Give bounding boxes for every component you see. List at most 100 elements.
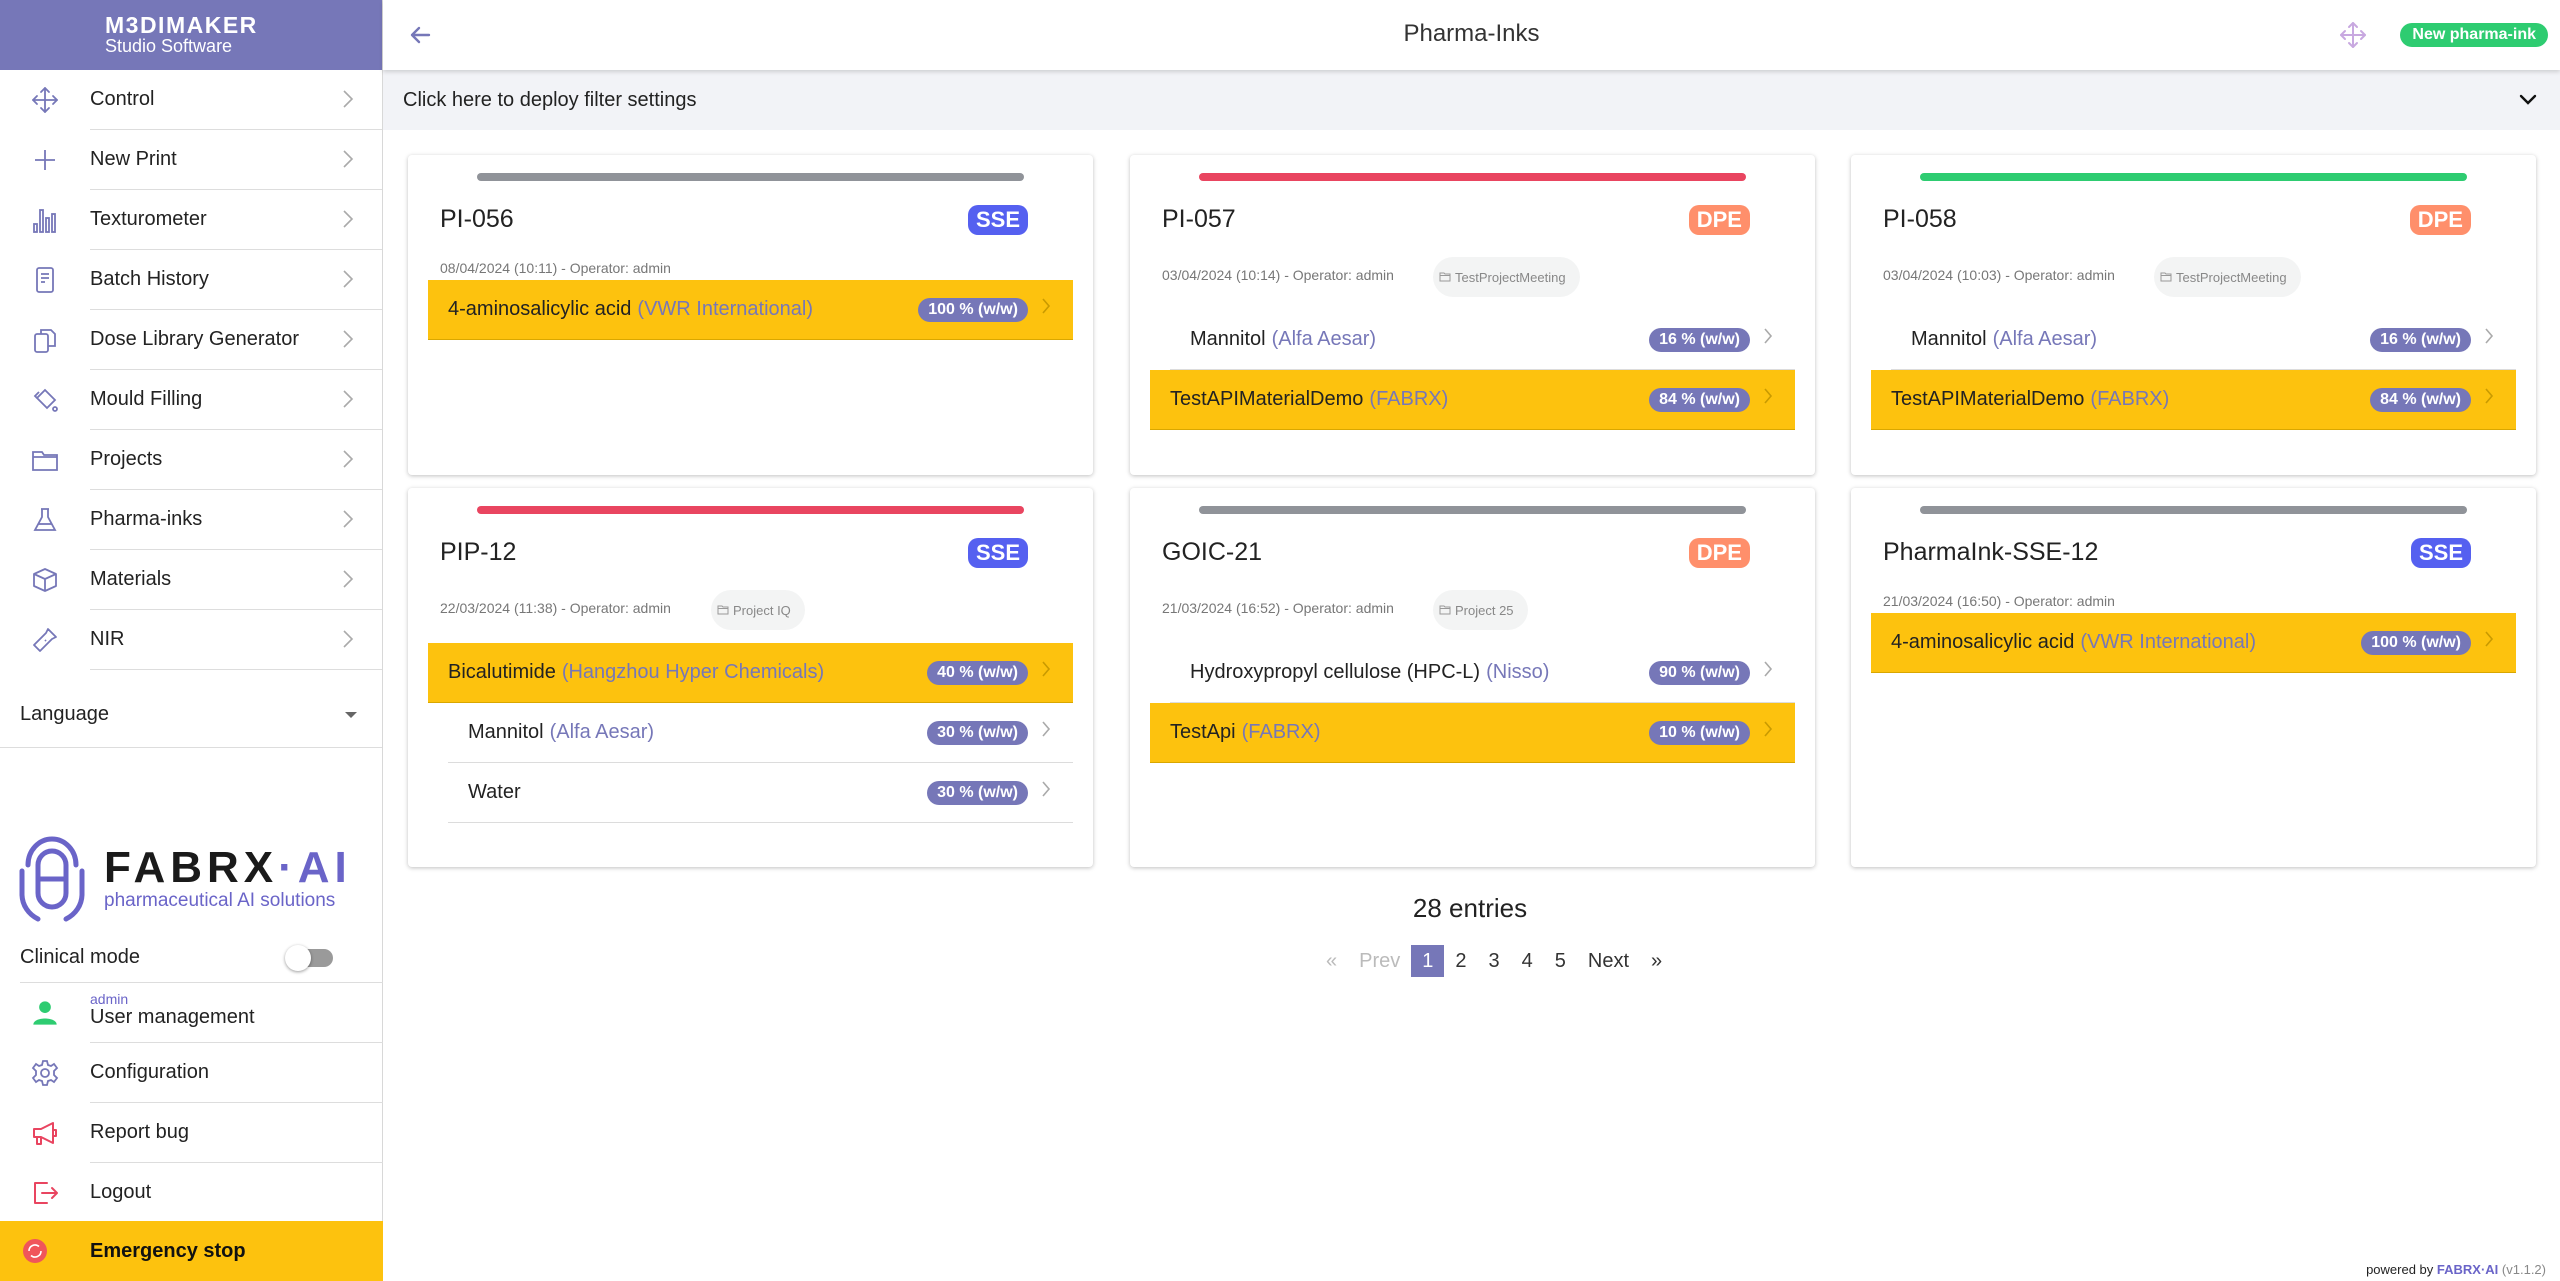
card-meta: 22/03/2024 (11:38) - Operator: admin (440, 600, 671, 616)
chevron-right-icon (342, 628, 354, 656)
clinical-mode-row: Clinical mode (20, 933, 383, 983)
chevron-right-icon (1041, 719, 1051, 745)
chevron-right-icon (342, 148, 354, 176)
pharma-ink-card[interactable]: PIP-12 SSE 22/03/2024 (11:38) - Operator… (408, 488, 1093, 867)
clinical-mode-toggle[interactable] (285, 944, 333, 971)
ingredient-list: Mannitol (Alfa Aesar) 16 % (w/w) TestAPI… (1150, 310, 1795, 430)
chevron-right-icon (1763, 719, 1773, 745)
sidebar-item-pharma-inks[interactable]: Pharma-inks (0, 490, 382, 550)
card-title: PI-058 (1883, 205, 1957, 233)
sidebar-item-label: Mould Filling (90, 370, 382, 430)
project-chip[interactable]: Project IQ (711, 590, 805, 630)
folder-icon (717, 605, 729, 615)
pharma-ink-card[interactable]: GOIC-21 DPE 21/03/2024 (16:52) - Operato… (1130, 488, 1815, 867)
sidebar-item-logout[interactable]: Logout (0, 1163, 383, 1223)
next-page-button[interactable]: Next (1577, 945, 1640, 977)
copy-files-icon (0, 326, 90, 354)
sidebar-item-control[interactable]: Control (0, 70, 382, 130)
ingredient-row[interactable]: TestAPIMaterialDemo (FABRX) 84 % (w/w) (1150, 370, 1795, 430)
page-2-button[interactable]: 2 (1444, 945, 1477, 977)
type-badge: DPE (1688, 205, 1750, 235)
sidebar-item-new-print[interactable]: New Print (0, 130, 382, 190)
page-3-button[interactable]: 3 (1478, 945, 1511, 977)
ingredient-row[interactable]: Hydroxypropyl cellulose (HPC-L) (Nisso) … (1170, 643, 1795, 703)
ingredient-row[interactable]: TestApi (FABRX) 10 % (w/w) (1150, 703, 1795, 763)
pharma-ink-card[interactable]: PI-058 DPE 03/04/2024 (10:03) - Operator… (1851, 155, 2536, 475)
toggle-knob (285, 944, 311, 971)
sidebar-item-batch-history[interactable]: Batch History (0, 250, 382, 310)
project-name: Project IQ (733, 602, 791, 618)
plus-icon (0, 146, 90, 174)
ingredient-row[interactable]: 4-aminosalicylic acid (VWR International… (1871, 613, 2516, 673)
ingredient-row[interactable]: Mannitol (Alfa Aesar) 16 % (w/w) (1170, 310, 1795, 370)
sidebar-item-label: Batch History (90, 250, 382, 310)
chevron-right-icon (342, 448, 354, 476)
fabrx-word: FABRX (104, 843, 279, 892)
move-arrows-icon[interactable] (2338, 20, 2368, 50)
project-chip[interactable]: TestProjectMeeting (2154, 257, 2301, 297)
first-page-button[interactable]: « (1315, 945, 1348, 977)
emergency-stop-button[interactable]: Emergency stop (0, 1221, 383, 1281)
ingredient-row[interactable]: Mannitol (Alfa Aesar) 30 % (w/w) (448, 703, 1073, 763)
page-5-button[interactable]: 5 (1544, 945, 1577, 977)
chevron-right-icon (1763, 386, 1773, 412)
app-version: (v1.1.2) (2501, 1262, 2546, 1277)
card-title: GOIC-21 (1162, 538, 1263, 566)
sidebar-item-dose-library-generator[interactable]: Dose Library Generator (0, 310, 382, 370)
percentage-badge: 30 % (w/w) (927, 781, 1028, 805)
project-chip[interactable]: Project 25 (1433, 590, 1528, 630)
language-select[interactable]: Language (0, 682, 382, 748)
ingredient-row[interactable]: 4-aminosalicylic acid (VWR International… (428, 280, 1073, 340)
bar-chart-icon (0, 206, 90, 234)
percentage-badge: 100 % (w/w) (2361, 631, 2471, 655)
chevron-right-icon (1041, 779, 1051, 805)
pharma-ink-card[interactable]: PI-057 DPE 03/04/2024 (10:14) - Operator… (1130, 155, 1815, 475)
sidebar-item-mould-filling[interactable]: Mould Filling (0, 370, 382, 430)
sidebar-item-label: Projects (90, 430, 382, 490)
folder-icon (0, 446, 90, 474)
sidebar-item-nir[interactable]: NIR (0, 610, 382, 670)
last-page-button[interactable]: » (1640, 945, 1673, 977)
page-4-button[interactable]: 4 (1511, 945, 1544, 977)
user-role: admin (90, 991, 129, 1007)
sidebar: M3DIMAKER Studio Software Control New Pr… (0, 0, 383, 1281)
sidebar-item-materials[interactable]: Materials (0, 550, 382, 610)
page-1-button[interactable]: 1 (1411, 945, 1445, 977)
percentage-badge: 84 % (w/w) (2370, 388, 2471, 412)
percentage-badge: 16 % (w/w) (1649, 328, 1750, 352)
card-meta: 03/04/2024 (10:03) - Operator: admin (1883, 267, 2115, 283)
folder-icon (1439, 605, 1451, 615)
flask-icon (0, 506, 90, 534)
sidebar-item-texturometer[interactable]: Texturometer (0, 190, 382, 250)
ingredient-row[interactable]: Mannitol (Alfa Aesar) 16 % (w/w) (1891, 310, 2516, 370)
filter-settings-toggle[interactable]: Click here to deploy filter settings (383, 70, 2560, 130)
move-arrows-icon (0, 86, 90, 114)
ingredient-row[interactable]: Bicalutimide (Hangzhou Hyper Chemicals) … (428, 643, 1073, 703)
sidebar-item-configuration[interactable]: Configuration (0, 1043, 383, 1103)
sidebar-item-report-bug[interactable]: Report bug (0, 1103, 383, 1163)
app-brand: M3DIMAKER Studio Software (0, 0, 382, 70)
filter-settings-label: Click here to deploy filter settings (403, 88, 697, 111)
flashlight-icon (0, 626, 90, 654)
card-title: PharmaInk-SSE-12 (1883, 538, 2099, 566)
sidebar-item-label: Materials (90, 550, 382, 610)
clinical-mode-label: Clinical mode (20, 946, 141, 968)
percentage-badge: 10 % (w/w) (1649, 721, 1750, 745)
ingredient-supplier: (FABRX) (1241, 721, 1321, 743)
top-bar: Pharma-Inks New pharma-ink (383, 0, 2560, 70)
pharma-ink-card[interactable]: PI-056 SSE 08/04/2024 (10:11) - Operator… (408, 155, 1093, 475)
ingredient-row[interactable]: Water 30 % (w/w) (448, 763, 1073, 823)
prev-page-button[interactable]: Prev (1348, 945, 1411, 977)
sidebar-item-projects[interactable]: Projects (0, 430, 382, 490)
fabrx-name: FABRX·AI (104, 843, 352, 892)
powered-by-brand[interactable]: FABRX·AI (2437, 1262, 2498, 1277)
ingredient-row[interactable]: TestAPIMaterialDemo (FABRX) 84 % (w/w) (1871, 370, 2516, 430)
project-chip[interactable]: TestProjectMeeting (1433, 257, 1580, 297)
new-pharma-ink-button[interactable]: New pharma-ink (2400, 23, 2548, 47)
chevron-right-icon (1763, 659, 1773, 685)
ingredient-name: Bicalutimide (448, 661, 556, 683)
sidebar-nav: Control New Print Texturometer Batch His… (0, 70, 382, 670)
status-bar (1920, 506, 2467, 514)
pharma-ink-card[interactable]: PharmaInk-SSE-12 SSE 21/03/2024 (16:50) … (1851, 488, 2536, 867)
sidebar-item-user-management[interactable]: admin User management (0, 983, 383, 1043)
